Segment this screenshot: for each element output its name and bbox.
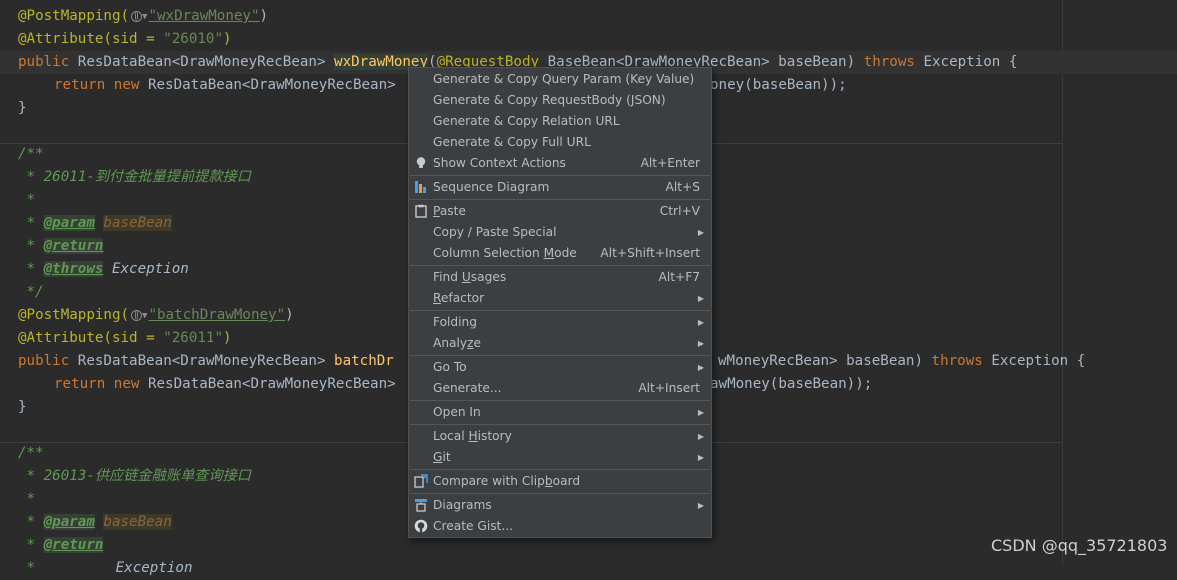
github-icon (414, 519, 428, 533)
submenu-arrow-icon: ▶ (697, 432, 704, 441)
mapping-path[interactable]: "batchDrawMoney" (148, 307, 285, 323)
menu-separator (410, 355, 710, 356)
menu-separator (410, 400, 710, 401)
code-line[interactable]: @Attribute(sid = "26010") (0, 28, 1177, 51)
menu-item-refactor[interactable]: Refactor ▶ (409, 288, 711, 309)
menu-item-analyze[interactable]: Analyze ▶ (409, 333, 711, 354)
chevron-down-icon[interactable]: ▼ (142, 311, 147, 321)
submenu-arrow-icon: ▶ (697, 453, 704, 462)
menu-separator (410, 199, 710, 200)
watermark: CSDN @qq_35721803 (991, 536, 1168, 555)
menu-separator (410, 493, 710, 494)
menu-item-copy-paste-special[interactable]: Copy / Paste Special ▶ (409, 222, 711, 243)
menu-separator (410, 469, 710, 470)
menu-item-create-gist[interactable]: Create Gist... (409, 516, 711, 537)
menu-item-diagrams[interactable]: Diagrams ▶ (409, 495, 711, 516)
submenu-arrow-icon: ▶ (697, 318, 704, 327)
globe-icon[interactable] (131, 11, 143, 22)
annotation: @PostMapping( (18, 8, 130, 24)
menu-item-generate-request-body[interactable]: Generate & Copy RequestBody (JSON) (409, 90, 711, 111)
menu-item-find-usages[interactable]: Find Usages Alt+F7 (409, 267, 711, 288)
sequence-diagram-icon (415, 181, 426, 193)
menu-item-local-history[interactable]: Local History ▶ (409, 426, 711, 447)
globe-icon[interactable] (131, 310, 143, 321)
code-line[interactable]: @PostMapping(▼"wxDrawMoney") (0, 5, 1177, 28)
menu-item-compare-clipboard[interactable]: Compare with Clipboard (409, 471, 711, 492)
menu-separator (410, 175, 710, 176)
menu-item-show-context-actions[interactable]: Show Context Actions Alt+Enter (409, 153, 711, 174)
menu-item-open-in[interactable]: Open In ▶ (409, 402, 711, 423)
submenu-arrow-icon: ▶ (697, 294, 704, 303)
menu-item-generate-relation-url[interactable]: Generate & Copy Relation URL (409, 111, 711, 132)
menu-separator (410, 265, 710, 266)
lightbulb-icon (416, 157, 426, 168)
menu-item-generate[interactable]: Generate... Alt+Insert (409, 378, 711, 399)
compare-icon (414, 474, 428, 488)
submenu-arrow-icon: ▶ (697, 501, 704, 510)
menu-item-generate-full-url[interactable]: Generate & Copy Full URL (409, 132, 711, 153)
submenu-arrow-icon: ▶ (697, 339, 704, 348)
submenu-arrow-icon: ▶ (697, 228, 704, 237)
menu-item-git[interactable]: Git ▶ (409, 447, 711, 468)
menu-separator (410, 310, 710, 311)
clipboard-icon (415, 204, 427, 218)
submenu-arrow-icon: ▶ (697, 408, 704, 417)
menu-item-folding[interactable]: Folding ▶ (409, 312, 711, 333)
menu-item-sequence-diagram[interactable]: Sequence Diagram Alt+S (409, 177, 711, 198)
menu-item-go-to[interactable]: Go To ▶ (409, 357, 711, 378)
code-line[interactable]: * Exception (0, 557, 1177, 580)
submenu-arrow-icon: ▶ (697, 363, 704, 372)
menu-item-column-selection-mode[interactable]: Column Selection Mode Alt+Shift+Insert (409, 243, 711, 264)
chevron-down-icon[interactable]: ▼ (142, 12, 147, 22)
mapping-path[interactable]: "wxDrawMoney" (148, 8, 259, 24)
menu-item-paste[interactable]: Paste Ctrl+V (409, 201, 711, 222)
menu-separator (410, 424, 710, 425)
diagrams-icon (415, 499, 427, 512)
menu-item-generate-query-param[interactable]: Generate & Copy Query Param (Key Value) (409, 69, 711, 90)
method-name[interactable]: batchDr (334, 353, 394, 369)
context-menu: Generate & Copy Query Param (Key Value) … (408, 67, 712, 538)
